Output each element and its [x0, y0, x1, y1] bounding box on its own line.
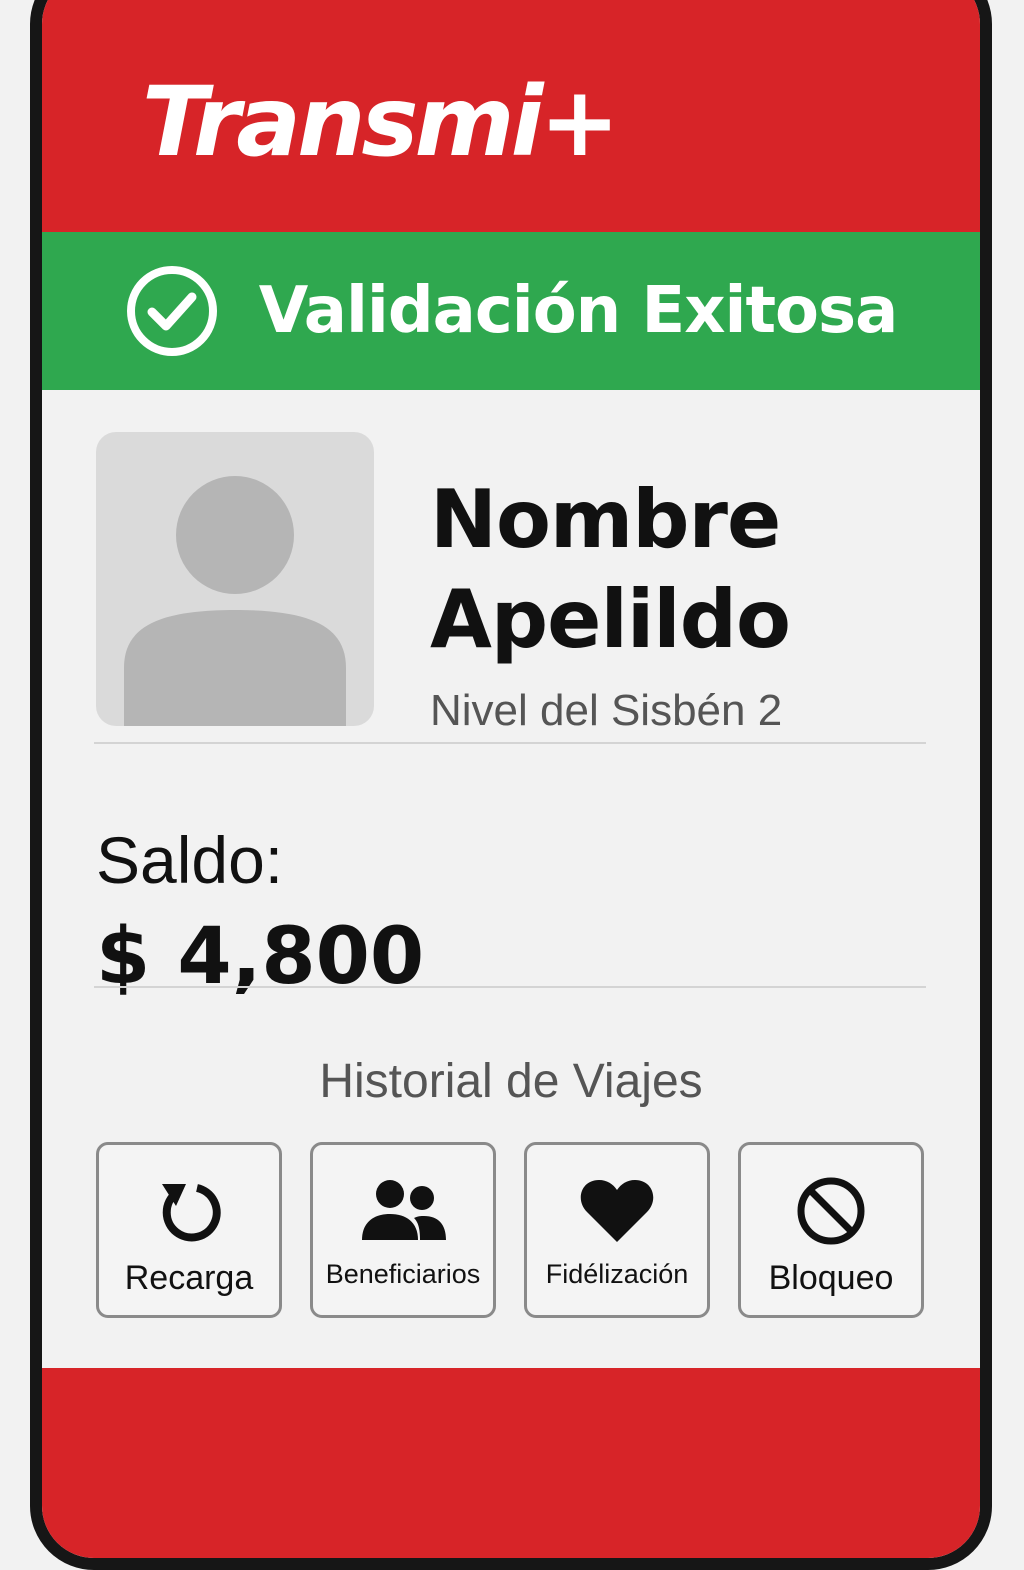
balance-label: Saldo: [96, 823, 284, 897]
loyalty-button[interactable]: Fidélización [524, 1142, 710, 1318]
trip-history-link[interactable]: Historial de Viajes [42, 1054, 980, 1109]
user-name: Nombre Apelildo [430, 470, 791, 670]
user-avatar-placeholder-icon [124, 476, 346, 726]
beneficiaries-label: Beneficiarios [325, 1259, 481, 1289]
app-header: Transmi+ [42, 0, 980, 232]
heart-icon [580, 1180, 654, 1242]
divider [94, 986, 926, 988]
brand-logo: Transmi+ [142, 66, 620, 178]
user-first-name: Nombre [430, 473, 781, 566]
sisben-level: Nivel del Sisbén 2 [430, 686, 783, 735]
loyalty-label: Fidélización [545, 1259, 689, 1289]
validation-banner: Validación Exitosa [42, 232, 980, 390]
app-footer [42, 1368, 980, 1558]
phone-frame: Transmi+ Validación Exitosa Nombre Apeli… [30, 0, 992, 1570]
recharge-label: Recarga [124, 1259, 254, 1297]
divider [94, 742, 926, 744]
users-icon [362, 1180, 446, 1240]
block-button[interactable]: Bloqueo [738, 1142, 924, 1318]
avatar [96, 432, 374, 726]
block-label: Bloqueo [768, 1259, 894, 1297]
beneficiaries-button[interactable]: Beneficiarios [310, 1142, 496, 1318]
refresh-icon [162, 1184, 221, 1242]
check-circle-icon [126, 266, 217, 356]
recharge-button[interactable]: Recarga [96, 1142, 282, 1318]
validation-status-text: Validación Exitosa [258, 274, 899, 348]
user-last-name: Apelildo [430, 573, 791, 666]
balance-value: $ 4,800 [96, 912, 425, 1002]
action-buttons: Recarga Beneficiarios Fidélización Bloqu… [96, 1142, 924, 1318]
block-icon [797, 1177, 865, 1245]
